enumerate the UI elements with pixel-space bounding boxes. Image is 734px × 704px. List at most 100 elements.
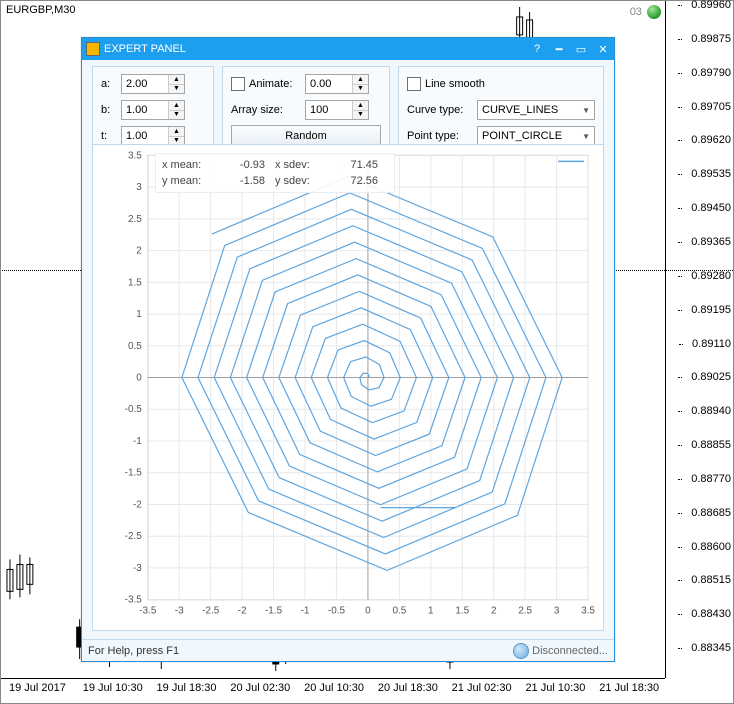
- input-t[interactable]: [122, 127, 168, 145]
- connection-icon: [513, 643, 529, 659]
- svg-text:2.5: 2.5: [128, 214, 142, 225]
- pointtype-value: POINT_CIRCLE: [482, 130, 582, 142]
- svg-text:3: 3: [136, 182, 142, 193]
- linesmooth-checkbox[interactable]: [407, 77, 421, 91]
- maximize-button[interactable]: ▭: [570, 39, 592, 59]
- input-b[interactable]: [122, 101, 168, 119]
- svg-text:1: 1: [136, 309, 142, 320]
- spinner-arraysize[interactable]: ▲▼: [305, 100, 369, 120]
- svg-text:-3.5: -3.5: [139, 606, 157, 617]
- price-tick: 0.89110: [692, 338, 731, 350]
- price-tick: 0.88855: [691, 439, 731, 451]
- spin-down-icon[interactable]: ▼: [169, 85, 184, 94]
- spin-up-icon[interactable]: ▲: [169, 75, 184, 85]
- time-tick: 19 Jul 10:30: [83, 682, 143, 694]
- price-tick: 0.88770: [691, 473, 731, 485]
- close-button[interactable]: ✕: [592, 39, 614, 59]
- spin-down-icon[interactable]: ▼: [169, 111, 184, 120]
- svg-text:-1: -1: [133, 436, 142, 447]
- input-animate[interactable]: [306, 75, 352, 93]
- price-tick: 0.89365: [691, 236, 731, 248]
- svg-text:-3.5: -3.5: [125, 595, 143, 606]
- spin-down-icon[interactable]: ▼: [353, 85, 368, 94]
- price-axis: 0.899600.898750.897900.897050.896200.895…: [665, 1, 733, 678]
- spinner-animate[interactable]: ▲▼: [305, 74, 369, 94]
- svg-text:-2.5: -2.5: [202, 606, 220, 617]
- statusbar: For Help, press F1 Disconnected...: [82, 639, 614, 661]
- price-tick: 0.89620: [691, 134, 731, 146]
- time-tick: 20 Jul 02:30: [230, 682, 290, 694]
- time-axis: 19 Jul 2017 19 Jul 10:30 19 Jul 18:30 20 Ju…: [1, 679, 665, 703]
- svg-text:-0.5: -0.5: [125, 404, 143, 415]
- animate-checkbox[interactable]: [231, 77, 245, 91]
- plot-canvas: -3.5 -3 -2.5 -2 -1.5 -1 -0.5 0 0.5 1 1.5 2 2.5 3 3.5 -3…: [93, 145, 603, 630]
- curvetype-combo[interactable]: CURVE_LINES ▼: [477, 100, 595, 120]
- time-tick: 21 Jul 02:30: [452, 682, 512, 694]
- spinner-b[interactable]: ▲▼: [121, 100, 185, 120]
- app-icon: [86, 42, 100, 56]
- price-tick: 0.88430: [691, 608, 731, 620]
- style-group: Line smooth Curve type: CURVE_LINES ▼ Po…: [398, 66, 604, 154]
- spin-up-icon[interactable]: ▲: [353, 101, 368, 111]
- svg-text:1.5: 1.5: [128, 277, 142, 288]
- globe-icon: [647, 5, 661, 19]
- svg-text:-3: -3: [133, 563, 142, 574]
- linesmooth-label: Line smooth: [425, 78, 485, 90]
- spin-down-icon[interactable]: ▼: [353, 111, 368, 120]
- time-tick: 20 Jul 18:30: [378, 682, 438, 694]
- price-tick: 0.89535: [691, 168, 731, 180]
- price-tick: 0.88685: [691, 507, 731, 519]
- param-group: a: ▲▼ b: ▲▼ t: ▲▼: [92, 66, 214, 154]
- help-button[interactable]: ?: [526, 39, 548, 59]
- array-size-label: Array size:: [231, 104, 305, 116]
- top-badge: 03: [630, 5, 661, 19]
- input-arraysize[interactable]: [306, 101, 352, 119]
- svg-text:0.5: 0.5: [128, 341, 142, 352]
- spin-up-icon[interactable]: ▲: [353, 75, 368, 85]
- spin-up-icon[interactable]: ▲: [169, 127, 184, 137]
- price-tick: 0.89280: [691, 270, 731, 282]
- svg-text:0: 0: [365, 606, 371, 617]
- svg-text:-1.5: -1.5: [125, 468, 143, 479]
- spinner-a[interactable]: ▲▼: [121, 74, 185, 94]
- price-tick: 0.88515: [691, 574, 731, 586]
- svg-text:-2: -2: [238, 606, 247, 617]
- svg-text:2: 2: [136, 246, 142, 257]
- price-tick: 0.89195: [691, 304, 731, 316]
- svg-text:-1: -1: [301, 606, 310, 617]
- svg-text:1: 1: [428, 606, 434, 617]
- pointtype-combo[interactable]: POINT_CIRCLE ▼: [477, 126, 595, 146]
- input-a[interactable]: [122, 75, 168, 93]
- svg-text:3.5: 3.5: [581, 606, 595, 617]
- svg-text:2: 2: [491, 606, 497, 617]
- svg-text:3.5: 3.5: [128, 150, 142, 161]
- svg-text:1.5: 1.5: [455, 606, 469, 617]
- help-hint: For Help, press F1: [88, 645, 179, 657]
- time-tick: 19 Jul 18:30: [157, 682, 217, 694]
- svg-text:-2.5: -2.5: [125, 531, 143, 542]
- label-b: b:: [101, 104, 121, 116]
- spin-up-icon[interactable]: ▲: [169, 101, 184, 111]
- curvetype-value: CURVE_LINES: [482, 104, 582, 116]
- panel-title: EXPERT PANEL: [104, 43, 526, 55]
- svg-text:-0.5: -0.5: [328, 606, 346, 617]
- svg-text:3: 3: [554, 606, 560, 617]
- time-tick: 19 Jul 2017: [9, 682, 66, 694]
- time-tick: 21 Jul 10:30: [525, 682, 585, 694]
- titlebar[interactable]: EXPERT PANEL ? ━ ▭ ✕: [82, 38, 614, 60]
- svg-text:0.5: 0.5: [392, 606, 406, 617]
- svg-text:-1.5: -1.5: [265, 606, 283, 617]
- spinner-t[interactable]: ▲▼: [121, 126, 185, 146]
- price-tick: 0.88345: [691, 642, 731, 654]
- price-tick: 0.88600: [691, 541, 731, 553]
- minimize-button[interactable]: ━: [548, 39, 570, 59]
- price-tick: 0.89705: [691, 101, 731, 113]
- chevron-down-icon: ▼: [582, 132, 590, 141]
- svg-text:-2: -2: [133, 499, 142, 510]
- pointtype-label: Point type:: [407, 130, 477, 142]
- time-tick: 20 Jul 10:30: [304, 682, 364, 694]
- price-tick: 0.89960: [691, 0, 731, 11]
- expert-panel[interactable]: EXPERT PANEL ? ━ ▭ ✕ a: ▲▼ b: ▲▼: [81, 37, 615, 662]
- price-tick: 0.88940: [691, 405, 731, 417]
- animate-label: Animate:: [249, 78, 305, 90]
